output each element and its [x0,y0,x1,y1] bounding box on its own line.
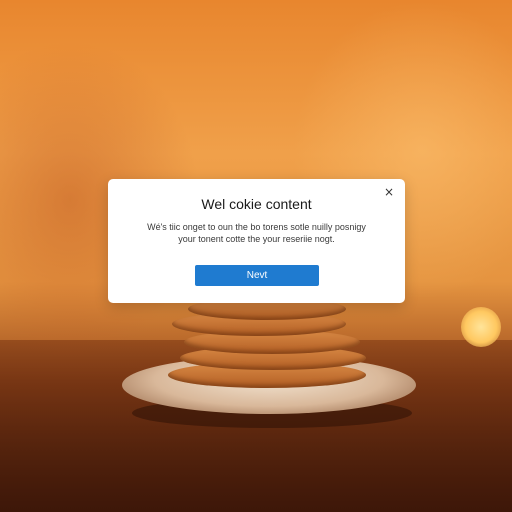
background-scene: × Wel cokie content Wé's tiic onget to o… [0,0,512,512]
next-button[interactable]: Nevt [195,265,319,286]
dialog-body-text: Wé's tiic onget to oun the bo torens sot… [147,222,366,244]
cookie-consent-dialog: × Wel cokie content Wé's tiic onget to o… [108,179,405,303]
dialog-title: Wel cokie content [201,196,312,212]
bokeh-light [461,307,501,347]
